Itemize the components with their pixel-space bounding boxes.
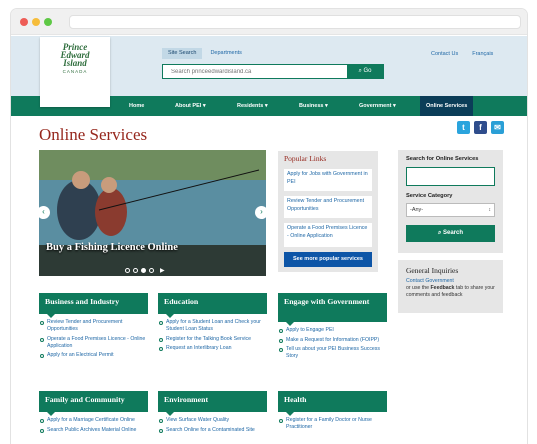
search-icon: ⌕ [437, 230, 442, 236]
carousel-dots: ▶ [125, 267, 165, 274]
service-search-button[interactable]: ⌕ Search [406, 225, 495, 242]
general-inquiries-panel: General Inquiries Contact Government or … [398, 260, 503, 313]
site-search-box: ⌕ Go [162, 64, 384, 79]
contact-us-link[interactable]: Contact Us [431, 51, 458, 57]
chevron-down-icon: ▾ [202, 103, 206, 109]
list-item[interactable]: View Surface Water Quality [158, 417, 267, 424]
category-value: -Any- [410, 207, 424, 213]
category-card-family: Family and Community Apply for a Marriag… [39, 391, 148, 436]
card-title[interactable]: Education [158, 293, 267, 318]
list-item[interactable]: Review Tender and Procurement Opportunit… [39, 319, 148, 333]
top-links: Contact Us Français [431, 51, 507, 57]
list-item[interactable]: Register for a Family Doctor or Nurse Pr… [278, 417, 387, 431]
carousel-dot[interactable] [125, 268, 130, 273]
nav-residents[interactable]: Residents ▾ [237, 96, 268, 116]
nav-about-pei[interactable]: About PEI ▾ [175, 96, 206, 116]
list-item[interactable]: Apply to Engage PEI [278, 327, 387, 334]
search-tabs: Site Search Departments [162, 48, 250, 59]
nav-residents-label: Residents [237, 103, 264, 109]
carousel-dot[interactable] [149, 268, 154, 273]
nav-about-label: About PEI [175, 103, 202, 109]
see-more-button[interactable]: See more popular services [284, 252, 372, 267]
carousel-dot-active[interactable] [141, 268, 146, 273]
card-title[interactable]: Business and Industry [39, 293, 148, 318]
card-title[interactable]: Health [278, 391, 387, 416]
nav-home[interactable]: Home [129, 96, 144, 116]
list-item[interactable]: Operate a Food Premises Licence - Online… [39, 336, 148, 350]
carousel-next-button[interactable]: › [255, 206, 266, 219]
tab-site-search[interactable]: Site Search [162, 48, 203, 59]
popular-link[interactable]: Review Tender and Procurement Opportunit… [284, 196, 372, 218]
facebook-icon[interactable]: f [474, 121, 487, 134]
chevron-down-icon: ▾ [392, 103, 396, 109]
nav-online-services[interactable]: Online Services [420, 96, 474, 116]
category-card-health: Health Register for a Family Doctor or N… [278, 391, 387, 434]
card-title[interactable]: Engage with Government [278, 293, 387, 326]
list-item[interactable]: Tell us about your PEI Business Success … [278, 346, 387, 360]
maximize-window-dot[interactable] [44, 18, 52, 26]
chevron-down-icon: ▾ [325, 103, 328, 109]
popular-links-title: Popular Links [284, 154, 327, 163]
close-window-dot[interactable] [20, 18, 28, 26]
site-search-input[interactable] [163, 65, 345, 78]
nav-government-label: Government [359, 103, 392, 109]
service-search-panel: Search for Online Services Service Categ… [398, 150, 503, 253]
carousel-image [39, 150, 266, 276]
list-item[interactable]: Register for the Talking Book Service [158, 336, 267, 343]
inquiries-text-before: or use the [406, 285, 431, 291]
popular-link[interactable]: Apply for Jobs with Government in PEI [284, 169, 372, 191]
service-category-select[interactable]: -Any- ↕ [406, 203, 495, 217]
search-icon: ⌕ [358, 68, 362, 74]
francais-link[interactable]: Français [472, 51, 493, 57]
featured-carousel[interactable]: ‹ › Buy a Fishing Licence Online ▶ [39, 150, 266, 276]
inquiries-title: General Inquiries [406, 266, 459, 275]
service-search-input[interactable] [406, 167, 495, 186]
nav-business-label: Business [299, 103, 324, 109]
category-card-business: Business and Industry Review Tender and … [39, 293, 148, 362]
popular-link[interactable]: Operate a Food Premises Licence - Online… [284, 223, 372, 247]
select-arrows-icon: ↕ [488, 207, 492, 213]
tab-departments[interactable]: Departments [204, 48, 248, 59]
play-icon[interactable]: ▶ [160, 267, 165, 274]
inquiries-text: Contact Government or use the Feedback t… [406, 278, 495, 299]
nav-business[interactable]: Business ▾ [299, 96, 328, 116]
carousel-dot[interactable] [133, 268, 138, 273]
category-card-education: Education Apply for a Student Loan and C… [158, 293, 267, 355]
go-label: Go [363, 68, 372, 74]
feedback-label[interactable]: Feedback [431, 285, 455, 291]
card-title[interactable]: Family and Community [39, 391, 148, 416]
logo-country: CANADA [62, 69, 88, 74]
pei-logo[interactable]: Prince Edward Island CANADA [40, 37, 110, 107]
page-title: Online Services [39, 125, 148, 144]
search-button-label: Search [443, 230, 464, 236]
list-item[interactable]: Apply for an Electrical Permit [39, 352, 148, 359]
contact-government-link[interactable]: Contact Government [406, 278, 454, 284]
email-icon[interactable]: ✉ [491, 121, 504, 134]
list-item[interactable]: Apply for a Student Loan and Check your … [158, 319, 267, 333]
twitter-icon[interactable]: t [457, 121, 470, 134]
category-card-engage: Engage with Government Apply to Engage P… [278, 293, 387, 363]
popular-links-panel: Popular Links Apply for Jobs with Govern… [278, 151, 378, 272]
logo-line-3: Island [63, 58, 87, 68]
list-item[interactable]: Apply for a Marriage Certificate Online [39, 417, 148, 424]
minimize-window-dot[interactable] [32, 18, 40, 26]
service-search-label: Search for Online Services [406, 156, 479, 162]
chevron-down-icon: ▾ [264, 103, 268, 109]
service-category-label: Service Category [406, 193, 453, 199]
address-bar[interactable] [69, 15, 521, 29]
list-item[interactable]: Search Online for a Contaminated Site [158, 427, 267, 434]
carousel-caption[interactable]: Buy a Fishing Licence Online [46, 242, 178, 253]
nav-government[interactable]: Government ▾ [359, 96, 396, 116]
list-item[interactable]: Request an Interlibrary Loan [158, 345, 267, 352]
card-title[interactable]: Environment [158, 391, 267, 416]
list-item[interactable]: Search Public Archives Material Online [39, 427, 148, 434]
browser-chrome [11, 9, 527, 35]
list-item[interactable]: Make a Request for Information (FOIPP) [278, 337, 387, 344]
search-go-button[interactable]: ⌕ Go [347, 65, 383, 78]
category-card-environment: Environment View Surface Water Quality S… [158, 391, 267, 436]
